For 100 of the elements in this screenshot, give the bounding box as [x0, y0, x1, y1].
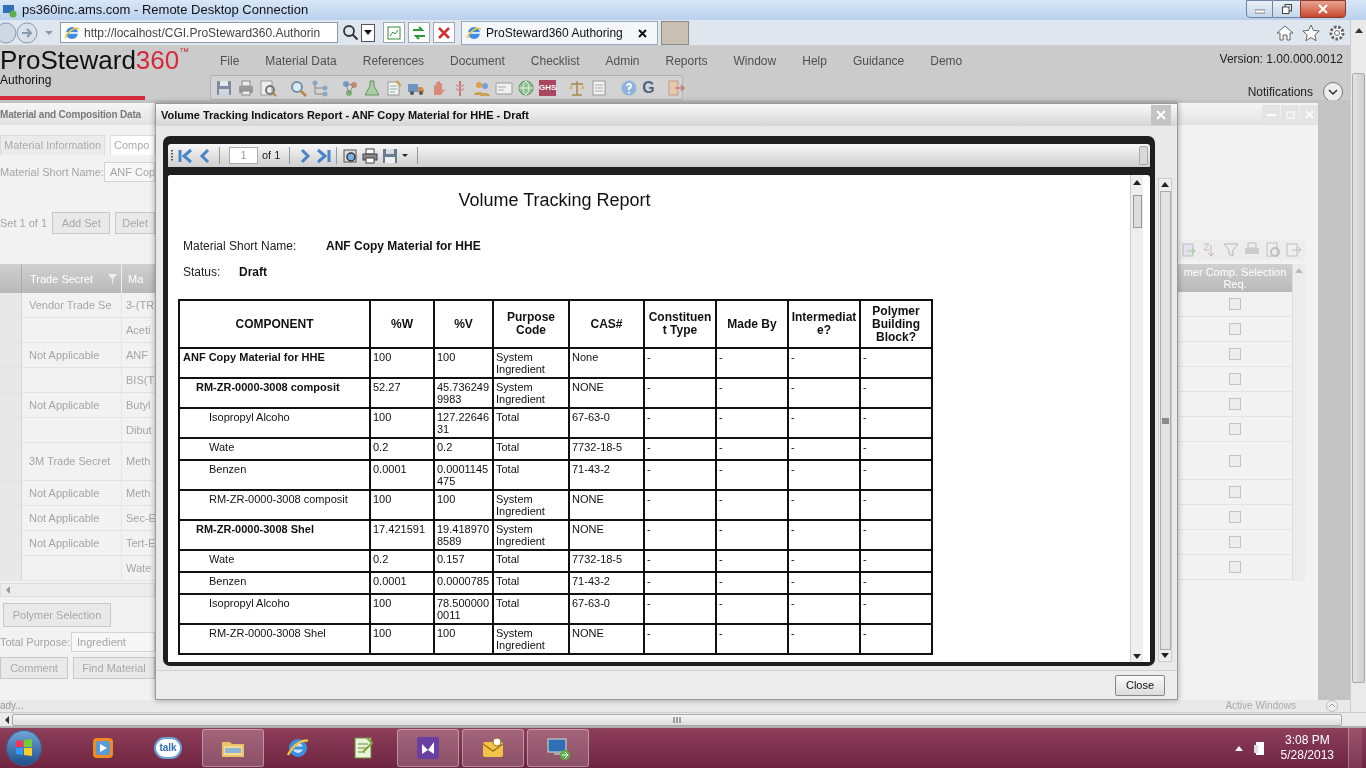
visual-studio-icon[interactable] — [415, 735, 441, 761]
menu-item[interactable]: File — [220, 52, 240, 70]
clock-time[interactable]: 3:08 PM — [1284, 733, 1330, 748]
close-button[interactable]: Close — [1115, 674, 1165, 696]
checkbox[interactable] — [1229, 561, 1241, 573]
close-button[interactable] — [1300, 0, 1346, 18]
paste-icon[interactable] — [1181, 242, 1197, 258]
table-row[interactable]: Vendor Trade Se 3-(TR — [0, 293, 155, 318]
first-page-icon[interactable] — [178, 147, 194, 164]
scrollbar-thumb[interactable] — [1352, 73, 1365, 683]
menu-item[interactable]: Checklist — [530, 52, 580, 70]
taskbar-button[interactable] — [397, 729, 459, 767]
horizontal-scrollbar[interactable] — [0, 583, 155, 597]
checkbox[interactable] — [1229, 323, 1241, 335]
menu-item[interactable]: Reports — [665, 52, 708, 70]
globe-icon[interactable] — [517, 78, 535, 97]
browser-tab[interactable]: ProSteward360 Authoring — [461, 21, 658, 45]
star-icon[interactable] — [1302, 23, 1320, 42]
taskbar-button[interactable] — [202, 729, 264, 767]
table-row[interactable]: Not Applicable Meth — [0, 481, 155, 506]
talk-icon[interactable]: talk — [154, 737, 182, 759]
ghs-icon[interactable]: GHS — [539, 79, 557, 96]
document-icon[interactable] — [385, 78, 403, 97]
table-row[interactable]: Aceti — [0, 318, 155, 343]
start-button[interactable] — [6, 730, 42, 766]
table-row[interactable]: 3M Trade Secret Meth — [0, 443, 155, 481]
next-page-icon[interactable] — [299, 147, 312, 164]
media-player-icon[interactable] — [90, 735, 116, 761]
scroll-left-icon[interactable] — [4, 715, 10, 724]
scrollbar-thumb[interactable] — [1159, 191, 1171, 650]
polymer-selection-button[interactable]: Polymer Selection — [3, 603, 111, 627]
menu-item[interactable]: Guidance — [852, 52, 905, 70]
notifications-button[interactable] — [1323, 82, 1343, 102]
scroll-up-icon[interactable] — [1354, 28, 1363, 33]
filter-icon[interactable] — [1223, 242, 1239, 258]
checkbox[interactable] — [1229, 486, 1241, 498]
clock-date[interactable]: 5/28/2013 — [1280, 748, 1334, 763]
table-row[interactable]: Not Applicable Tert-E — [0, 531, 155, 556]
checkbox[interactable] — [1229, 511, 1241, 523]
table-row[interactable]: Wate — [0, 556, 155, 581]
monitor-icon[interactable] — [545, 735, 571, 761]
input-field[interactable]: Ingredient — [71, 632, 155, 652]
page-field[interactable]: 1 — [229, 147, 258, 164]
stop-button[interactable] — [433, 22, 455, 43]
tree-icon[interactable] — [311, 78, 329, 97]
page-icon[interactable] — [590, 78, 609, 97]
checkbox[interactable] — [1229, 423, 1241, 435]
close-icon[interactable] — [638, 28, 647, 38]
show-hidden-icon[interactable] — [1234, 745, 1243, 751]
help-icon[interactable] — [620, 78, 639, 97]
settings-icon[interactable] — [1328, 23, 1346, 42]
scroll-up-icon[interactable] — [1161, 182, 1169, 187]
home-icon[interactable] — [1276, 23, 1294, 42]
find-material-button[interactable]: Find Material — [73, 657, 155, 679]
menu-item[interactable]: Window — [733, 52, 777, 70]
column-header[interactable]: Ma — [122, 265, 155, 293]
device-icon[interactable] — [1252, 740, 1265, 756]
new-tab-button[interactable] — [661, 21, 689, 45]
vertical-scrollbar[interactable] — [1130, 175, 1143, 662]
checkbox[interactable] — [1229, 373, 1241, 385]
column-header[interactable]: Trade Secret — [22, 265, 122, 293]
checkbox[interactable] — [1229, 454, 1241, 467]
address-field[interactable]: http://localhost/CGI.ProSteward360.Authorin — [60, 22, 338, 43]
dropdown-button[interactable] — [361, 23, 375, 42]
previous-page-icon[interactable] — [198, 147, 210, 164]
refresh-button[interactable] — [408, 22, 430, 43]
checkbox[interactable] — [1229, 298, 1241, 310]
search-icon[interactable] — [342, 24, 359, 41]
caret-icon[interactable] — [402, 154, 409, 157]
scrollbar-thumb[interactable] — [1132, 195, 1142, 228]
flask-icon[interactable] — [363, 78, 381, 97]
show-desktop-button[interactable] — [1348, 728, 1362, 768]
compatibility-button[interactable] — [383, 22, 405, 43]
chevron-up-icon[interactable] — [1326, 700, 1338, 712]
restore-button[interactable] — [1273, 0, 1300, 18]
tab[interactable]: Compo — [110, 135, 155, 155]
toolbar-dropdown[interactable] — [1139, 146, 1148, 165]
table-row[interactable]: BIS(T — [0, 368, 155, 393]
checkbox[interactable] — [1229, 348, 1241, 360]
filter-icon[interactable] — [108, 274, 117, 284]
scroll-down-icon[interactable] — [1133, 654, 1141, 659]
table-row[interactable]: Not Applicable Sec-E — [0, 506, 155, 531]
vertical-scrollbar[interactable] — [1350, 20, 1366, 712]
menu-item[interactable]: Demo — [930, 52, 963, 70]
vertical-scrollbar[interactable] — [1158, 178, 1172, 662]
add-set-button[interactable]: Add Set — [52, 212, 111, 234]
comment-button[interactable]: Comment — [0, 657, 68, 679]
vertical-scrollbar[interactable] — [1292, 264, 1305, 581]
input-field[interactable]: ANF Cop — [104, 162, 155, 182]
menu-item[interactable]: Admin — [605, 52, 640, 70]
checkbox[interactable] — [1229, 398, 1241, 410]
table-row[interactable]: Not Applicable Butyl — [0, 393, 155, 418]
page-magnifier-icon[interactable] — [342, 147, 359, 164]
scales-icon[interactable] — [568, 78, 587, 97]
checkbox[interactable] — [1229, 536, 1241, 548]
table-row[interactable]: Dibut — [0, 418, 155, 443]
scroll-up-icon[interactable] — [1133, 180, 1141, 185]
menu-item[interactable]: Material Data — [265, 52, 337, 70]
back-icon[interactable] — [0, 21, 16, 44]
dropdown-icon[interactable] — [44, 29, 54, 36]
